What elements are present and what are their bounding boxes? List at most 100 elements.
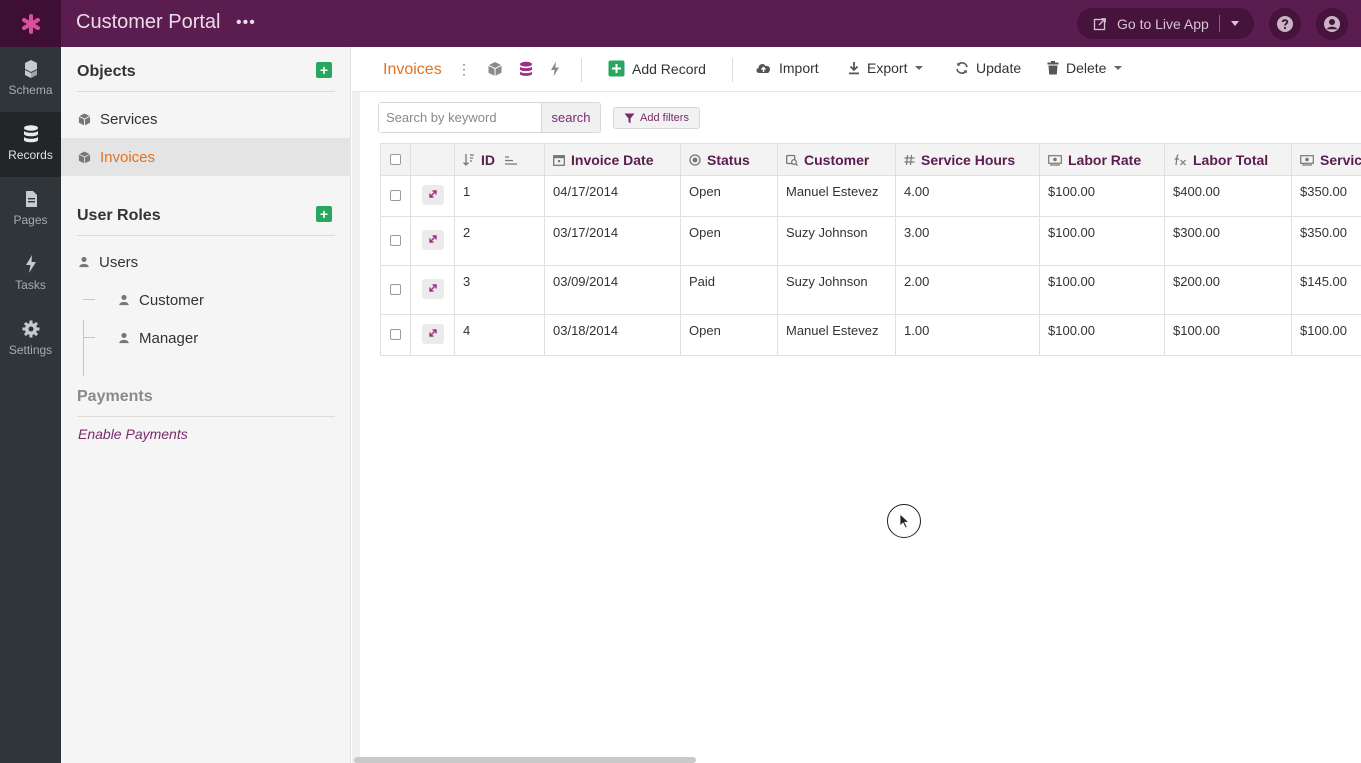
- cell-service-hours[interactable]: 2.00: [895, 265, 1040, 315]
- go-to-live-app-button[interactable]: Go to Live App: [1077, 8, 1254, 39]
- column-header-status[interactable]: Status: [680, 143, 778, 176]
- delete-button[interactable]: Delete: [1047, 60, 1123, 76]
- row-checkbox[interactable]: [390, 189, 401, 201]
- cell-status[interactable]: Paid: [680, 265, 778, 315]
- nav-records[interactable]: Records: [0, 112, 61, 177]
- update-button[interactable]: Update: [955, 60, 1021, 76]
- column-header-labor-total[interactable]: Labor Total: [1164, 143, 1292, 176]
- nav-pages[interactable]: Pages: [0, 177, 61, 242]
- help-button[interactable]: [1269, 8, 1301, 40]
- kebab-menu-icon[interactable]: ⋮: [457, 61, 471, 78]
- table-row[interactable]: 1 04/17/2014 Open Manuel Estevez 4.00 $1…: [380, 175, 1361, 217]
- bolt-icon[interactable]: [547, 61, 563, 77]
- add-user-role-button[interactable]: +: [316, 206, 332, 222]
- cell-labor-rate[interactable]: $100.00: [1039, 175, 1165, 217]
- role-item-manager[interactable]: Manager: [81, 319, 351, 357]
- cell-invoice-date[interactable]: 04/17/2014: [544, 175, 681, 217]
- row-checkbox[interactable]: [390, 283, 401, 295]
- pages-icon: [25, 191, 37, 207]
- cell-service[interactable]: $350.00: [1291, 175, 1361, 217]
- cloud-upload-icon: [756, 64, 771, 73]
- cell-service[interactable]: $145.00: [1291, 265, 1361, 315]
- column-header-invoice-date[interactable]: Invoice Date: [544, 143, 681, 176]
- cell-labor-rate[interactable]: $100.00: [1039, 216, 1165, 266]
- cell-invoice-date[interactable]: 03/17/2014: [544, 216, 681, 266]
- cell-customer[interactable]: Suzy Johnson: [777, 265, 896, 315]
- cell-service[interactable]: $350.00: [1291, 216, 1361, 266]
- column-header-service-hours[interactable]: Service Hours: [895, 143, 1040, 176]
- records-table: ID Invoice Date Status Customer Service …: [380, 143, 1361, 356]
- add-record-button[interactable]: Add Record: [608, 60, 706, 77]
- cell-customer[interactable]: Suzy Johnson: [777, 216, 896, 266]
- nav-tasks[interactable]: Tasks: [0, 242, 61, 307]
- column-header-labor-rate[interactable]: Labor Rate: [1039, 143, 1165, 176]
- cell-labor-total[interactable]: $300.00: [1164, 216, 1292, 266]
- schema-icon: [24, 60, 37, 78]
- select-all-checkbox[interactable]: [390, 153, 401, 165]
- cell-service-hours[interactable]: 1.00: [895, 314, 1040, 356]
- cell-id[interactable]: 3: [454, 265, 545, 315]
- cell-service[interactable]: $100.00: [1291, 314, 1361, 356]
- add-record-label: Add Record: [632, 60, 706, 77]
- cell-status[interactable]: Open: [680, 216, 778, 266]
- formula-icon: [1174, 153, 1186, 165]
- cell-id[interactable]: 2: [454, 216, 545, 266]
- chevron-down-icon: [915, 66, 924, 70]
- search-input[interactable]: [379, 103, 541, 132]
- account-button[interactable]: [1316, 8, 1348, 40]
- expand-arrows-icon[interactable]: [421, 184, 444, 205]
- cell-customer[interactable]: Manuel Estevez: [777, 175, 896, 217]
- expand-arrows-icon[interactable]: [421, 323, 444, 344]
- expand-arrows-icon[interactable]: [421, 229, 444, 250]
- table-row[interactable]: 4 03/18/2014 Open Manuel Estevez 1.00 $1…: [380, 314, 1361, 356]
- horizontal-scrollbar[interactable]: [354, 757, 696, 763]
- cell-labor-rate[interactable]: $100.00: [1039, 314, 1165, 356]
- app-logo[interactable]: [0, 0, 61, 47]
- chevron-down-icon[interactable]: [1231, 21, 1239, 26]
- cell-status[interactable]: Open: [680, 314, 778, 356]
- mouse-cursor-indicator: [887, 504, 921, 538]
- cell-service-hours[interactable]: 4.00: [895, 175, 1040, 217]
- row-expand-cell: [410, 216, 455, 266]
- cell-id[interactable]: 1: [454, 175, 545, 217]
- row-checkbox[interactable]: [390, 328, 401, 340]
- role-item-users[interactable]: Users: [61, 243, 351, 281]
- column-header-service[interactable]: Servic: [1291, 143, 1361, 176]
- app-title[interactable]: Customer Portal: [76, 11, 221, 34]
- table-row[interactable]: 3 03/09/2014 Paid Suzy Johnson 2.00 $100…: [380, 265, 1361, 315]
- cube-icon[interactable]: [487, 61, 503, 77]
- cell-customer[interactable]: Manuel Estevez: [777, 314, 896, 356]
- cell-service-hours[interactable]: 3.00: [895, 216, 1040, 266]
- table-row[interactable]: 2 03/17/2014 Open Suzy Johnson 3.00 $100…: [380, 216, 1361, 266]
- column-header-id[interactable]: ID: [454, 143, 545, 176]
- cell-invoice-date[interactable]: 03/09/2014: [544, 265, 681, 315]
- database-icon[interactable]: [518, 61, 534, 77]
- add-filters-button[interactable]: Add filters: [613, 107, 700, 129]
- object-item-invoices[interactable]: Invoices: [61, 138, 351, 176]
- cell-id[interactable]: 4: [454, 314, 545, 356]
- import-button[interactable]: Import: [755, 60, 819, 76]
- cell-labor-total[interactable]: $400.00: [1164, 175, 1292, 217]
- search-button[interactable]: search: [541, 103, 600, 132]
- cell-labor-total[interactable]: $100.00: [1164, 314, 1292, 356]
- cell-labor-total[interactable]: $200.00: [1164, 265, 1292, 315]
- delete-label: Delete: [1066, 60, 1107, 76]
- row-select-cell: [380, 216, 411, 266]
- divider: [77, 416, 335, 417]
- column-header-customer[interactable]: Customer: [777, 143, 896, 176]
- cell-labor-rate[interactable]: $100.00: [1039, 265, 1165, 315]
- object-title[interactable]: Invoices: [383, 61, 442, 79]
- export-button[interactable]: Export: [848, 60, 924, 76]
- cell-status[interactable]: Open: [680, 175, 778, 217]
- nav-settings[interactable]: Settings: [0, 307, 61, 372]
- cell-invoice-date[interactable]: 03/18/2014: [544, 314, 681, 356]
- role-item-customer[interactable]: Customer: [81, 281, 351, 319]
- keyword-search: search: [378, 102, 601, 133]
- expand-arrows-icon[interactable]: [421, 278, 444, 299]
- nav-schema[interactable]: Schema: [0, 47, 61, 112]
- add-object-button[interactable]: +: [316, 62, 332, 78]
- app-menu-icon[interactable]: •••: [236, 14, 256, 32]
- object-item-services[interactable]: Services: [61, 100, 351, 138]
- row-checkbox[interactable]: [390, 234, 401, 246]
- enable-payments-link[interactable]: Enable Payments: [78, 426, 188, 442]
